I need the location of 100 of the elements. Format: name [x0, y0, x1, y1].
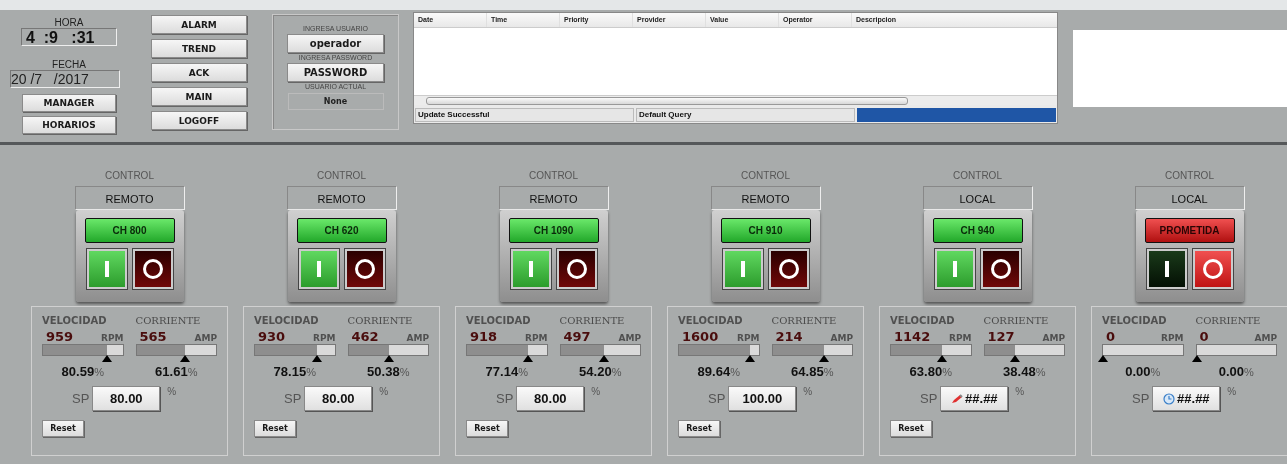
nav-button[interactable]: TREND: [151, 39, 247, 58]
setpoint-unit: %: [1227, 386, 1237, 397]
percent-sign: %: [518, 366, 528, 378]
menu-button[interactable]: MANAGER: [22, 94, 116, 112]
setpoint-value: 100.00: [742, 391, 783, 406]
query-text: Default Query: [636, 108, 855, 122]
stop-button[interactable]: [556, 249, 597, 289]
setpoint-field[interactable]: 80.00: [516, 386, 585, 411]
current-percent: 61.61: [155, 364, 188, 379]
speed-bar: [255, 345, 318, 355]
reset-button[interactable]: Reset: [890, 420, 932, 437]
current-unit: AMP: [830, 333, 853, 343]
mode-display: REMOTO: [498, 186, 609, 210]
stop-button[interactable]: [132, 249, 173, 289]
current-value: 497: [563, 329, 591, 344]
current-percent: 50.38: [367, 364, 400, 379]
setpoint-value: 80.00: [322, 391, 355, 406]
percent-sign: %: [611, 366, 622, 378]
control-label: CONTROL: [741, 170, 790, 182]
stop-button[interactable]: [980, 249, 1021, 289]
setpoint-field[interactable]: ##.##: [940, 386, 1009, 411]
password-button[interactable]: PASSWORD: [287, 63, 384, 82]
current-bar: [348, 345, 389, 355]
start-button[interactable]: [1146, 249, 1187, 289]
speed-percent: 0.00: [1125, 364, 1151, 379]
current-label: CORRIENTE: [347, 315, 414, 326]
user-button[interactable]: operador: [287, 34, 384, 53]
current-user-field: None: [287, 93, 384, 110]
setpoint-field[interactable]: 100.00: [728, 386, 797, 411]
current-bar: [136, 345, 186, 355]
control-label: CONTROL: [953, 170, 1002, 182]
speed-value: 1142: [894, 329, 931, 344]
reset-button[interactable]: Reset: [254, 420, 296, 437]
current-label: CORRIENTE: [559, 315, 626, 326]
nav-button[interactable]: ACK: [151, 63, 247, 82]
nav-button[interactable]: LOGOFF: [151, 111, 247, 130]
current-value: 462: [351, 329, 379, 344]
setpoint-unit: %: [803, 386, 813, 397]
setpoint-value: 80.00: [110, 391, 143, 406]
nav-button[interactable]: MAIN: [151, 87, 247, 106]
status-display: CH 620: [296, 218, 387, 243]
mode-display: REMOTO: [710, 186, 821, 210]
setpoint-value: 80.00: [534, 391, 567, 406]
setpoint-field[interactable]: 80.00: [92, 386, 161, 411]
current-label: CORRIENTE: [1195, 315, 1262, 326]
setpoint-field[interactable]: 80.00: [304, 386, 373, 411]
setpoint-unit: %: [1015, 386, 1025, 397]
pencil-icon: [951, 393, 964, 404]
speed-label: VELOCIDAD: [678, 315, 744, 326]
reset-button[interactable]: Reset: [466, 420, 508, 437]
speed-percent: 78.15: [273, 364, 307, 379]
status-display: CH 910: [720, 218, 811, 243]
percent-sign: %: [730, 366, 740, 378]
percent-sign: %: [1244, 366, 1254, 378]
current-value: 565: [139, 329, 167, 344]
reset-button[interactable]: Reset: [678, 420, 720, 437]
start-button[interactable]: [934, 249, 975, 289]
setpoint-unit: %: [591, 386, 601, 397]
setpoint-label: SP: [1132, 391, 1150, 406]
speed-value: 959: [46, 329, 74, 344]
speed-bar: [467, 345, 529, 355]
nav-button[interactable]: ALARM: [151, 15, 247, 34]
percent-sign: %: [1035, 366, 1046, 378]
menu-button[interactable]: HORARIOS: [22, 116, 116, 134]
reset-button[interactable]: Reset: [42, 420, 84, 437]
speed-value: 1600: [682, 329, 719, 344]
current-label: CORRIENTE: [983, 315, 1050, 326]
stop-button[interactable]: [768, 249, 809, 289]
current-bar: [772, 345, 825, 355]
horizontal-scrollbar[interactable]: [414, 95, 1057, 105]
speed-unit: RPM: [525, 333, 548, 343]
percent-sign: %: [399, 366, 410, 378]
current-percent: 38.48: [1003, 364, 1036, 379]
control-label: CONTROL: [317, 170, 366, 182]
clock-icon: [1163, 392, 1176, 405]
setpoint-value: ##.##: [1177, 391, 1210, 406]
current-unit: AMP: [406, 333, 429, 343]
start-button[interactable]: [722, 249, 763, 289]
start-button[interactable]: [298, 249, 339, 289]
current-bar: [560, 345, 604, 355]
speed-percent: 89.64: [697, 364, 731, 379]
setpoint-label: SP: [708, 391, 726, 406]
current-percent: 54.20: [579, 364, 612, 379]
stop-button[interactable]: [344, 249, 385, 289]
speed-label: VELOCIDAD: [42, 315, 108, 326]
current-unit: AMP: [1254, 333, 1277, 343]
percent-sign: %: [1150, 366, 1161, 378]
current-unit: AMP: [194, 333, 217, 343]
status-display: CH 940: [932, 218, 1023, 243]
percent-sign: %: [94, 366, 104, 378]
setpoint-unit: %: [167, 386, 177, 397]
setpoint-label: SP: [920, 391, 938, 406]
stop-button[interactable]: [1192, 249, 1233, 289]
setpoint-field[interactable]: ##.##: [1152, 386, 1221, 411]
speed-label: VELOCIDAD: [890, 315, 956, 326]
speed-value: 0: [1106, 329, 1116, 344]
start-button[interactable]: [510, 249, 551, 289]
time-display: 4 :9 :31: [21, 28, 117, 46]
start-button[interactable]: [86, 249, 127, 289]
setpoint-value: ##.##: [965, 391, 998, 406]
